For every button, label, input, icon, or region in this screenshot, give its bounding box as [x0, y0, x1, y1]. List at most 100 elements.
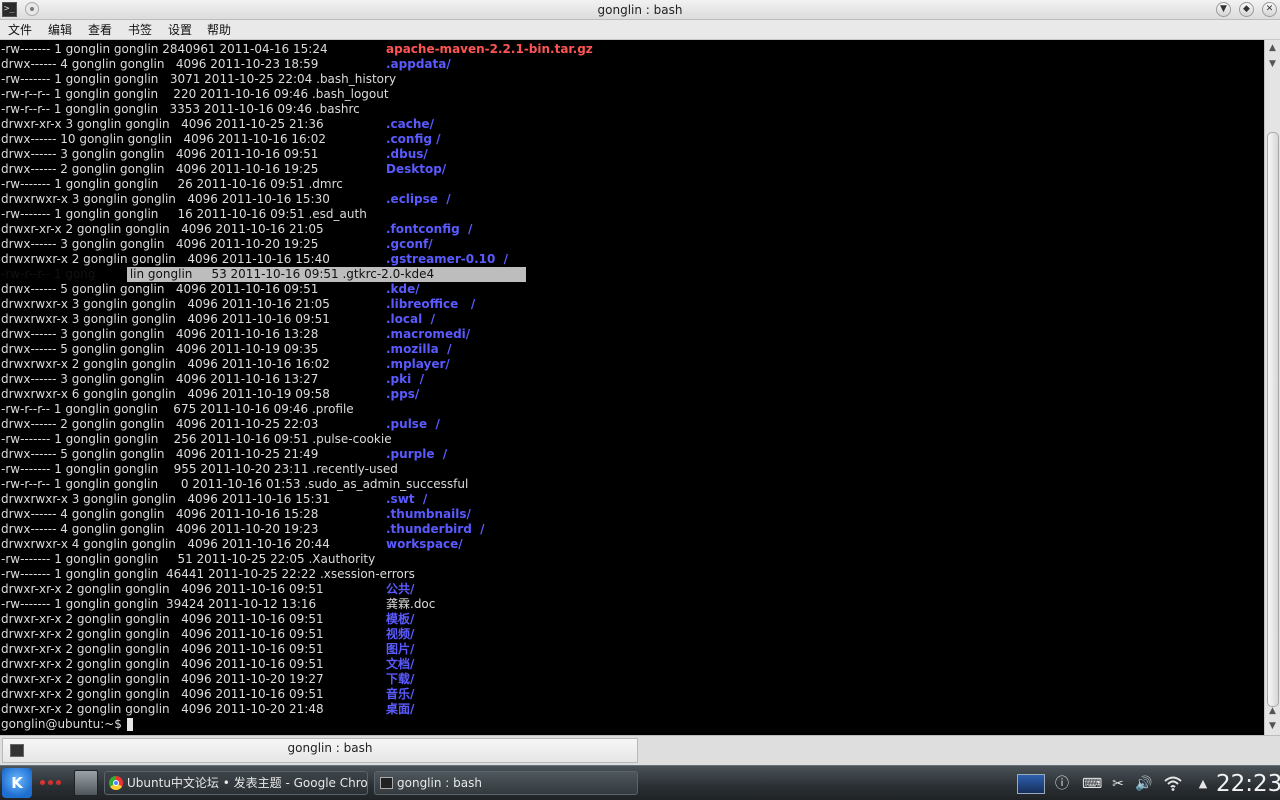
file-name: workspace/	[386, 537, 463, 551]
terminal-tab-bar: gonglin : bash	[0, 735, 1280, 765]
file-name: Desktop/	[386, 162, 447, 176]
terminal-line: drwxrwxr-x 3 gonglin gonglin 4096 2011-1…	[0, 297, 1263, 312]
terminal-line: -rw------- 1 gonglin gonglin 3071 2011-1…	[0, 72, 1263, 87]
file-meta: drwx------ 4 gonglin gonglin 4096 2011-1…	[1, 57, 319, 71]
info-icon[interactable]: ⓘ	[1053, 775, 1071, 793]
file-meta: drwxr-xr-x 2 gonglin gonglin 4096 2011-1…	[1, 702, 324, 716]
tab-label: gonglin : bash	[287, 741, 373, 755]
terminal-line: -rw------- 1 gonglin gonglin 26 2011-10-…	[0, 177, 1263, 192]
tray-expand-icon[interactable]: ▲	[1196, 775, 1210, 793]
terminal-line: -rw-r--r-- 1 gonglin gonglin 0 2011-10-1…	[0, 477, 1263, 492]
desktop-pager-icon[interactable]	[1017, 774, 1045, 794]
file-meta: drwx------ 5 gonglin gonglin 4096 2011-1…	[1, 282, 319, 296]
menu-help[interactable]: 帮助	[207, 22, 231, 38]
file-name: .pulse /	[386, 417, 440, 431]
file-meta: -rw-r--r-- 1 gonglin gonglin 220 2011-10…	[1, 87, 389, 101]
terminal-line: -rw-r--r-- 1 gonglin gonglin 675 2011-10…	[0, 402, 1263, 417]
menu-view[interactable]: 查看	[88, 22, 112, 38]
file-name: 公共/	[386, 582, 415, 596]
maximize-button[interactable]: ◆	[1239, 2, 1254, 17]
file-meta: -rw------- 1 gonglin gonglin 46441 2011-…	[1, 567, 415, 581]
terminal-line: drwxr-xr-x 2 gonglin gonglin 4096 2011-1…	[0, 687, 1263, 702]
terminal-line: drwx------ 4 gonglin gonglin 4096 2011-1…	[0, 57, 1263, 72]
desktop-pager[interactable]	[40, 780, 66, 786]
file-name: .pki /	[386, 372, 424, 386]
terminal-line: drwx------ 3 gonglin gonglin 4096 2011-1…	[0, 372, 1263, 387]
file-name: .thunderbird /	[386, 522, 485, 536]
wifi-icon[interactable]	[1162, 775, 1184, 793]
terminal-line: drwxr-xr-x 2 gonglin gonglin 4096 2011-1…	[0, 582, 1263, 597]
file-meta: drwx------ 10 gonglin gonglin 4096 2011-…	[1, 132, 327, 146]
scroll-up-button[interactable]: ▲	[1266, 41, 1279, 55]
shell-prompt: gonglin@ubuntu:~$	[1, 717, 122, 731]
terminal-line: drwxrwxr-x 2 gonglin gonglin 4096 2011-1…	[0, 357, 1263, 372]
file-meta: drwxrwxr-x 3 gonglin gonglin 4096 2011-1…	[1, 297, 330, 311]
terminal-prompt-line[interactable]: gonglin@ubuntu:~$	[0, 717, 1263, 732]
terminal-line: drwxr-xr-x 2 gonglin gonglin 4096 2011-1…	[0, 222, 1263, 237]
file-name: .mozilla /	[386, 342, 452, 356]
show-desktop-icon[interactable]	[74, 770, 98, 796]
terminal-line: drwxr-xr-x 2 gonglin gonglin 4096 2011-1…	[0, 657, 1263, 672]
menu-settings[interactable]: 设置	[168, 22, 192, 38]
text-cursor	[127, 718, 133, 731]
file-meta: drwx------ 3 gonglin gonglin 4096 2011-1…	[1, 372, 319, 386]
scroll-down-button[interactable]: ▼	[1266, 719, 1279, 733]
file-name: .swt /	[386, 492, 428, 506]
minimize-button[interactable]: ▼	[1216, 2, 1231, 17]
file-meta: drwxr-xr-x 2 gonglin gonglin 4096 2011-1…	[1, 222, 324, 236]
pager-dot-icon	[56, 780, 61, 785]
panel-clock[interactable]: 22:23	[1216, 770, 1280, 798]
terminal-line: drwxr-xr-x 2 gonglin gonglin 4096 2011-1…	[0, 627, 1263, 642]
file-meta: -rw------- 1 gonglin gonglin 955 2011-10…	[1, 462, 398, 476]
file-name: 图片/	[386, 642, 415, 656]
file-name: 龚霖.doc	[386, 597, 436, 611]
file-meta: -rw-r--r-- 1 gonglin gonglin 0 2011-10-1…	[1, 477, 469, 491]
file-name: .local /	[386, 312, 435, 326]
scroll-thumb[interactable]	[1267, 132, 1279, 707]
file-meta: drwx------ 3 gonglin gonglin 4096 2011-1…	[1, 327, 319, 341]
file-name: .gstreamer-0.10 /	[386, 252, 509, 266]
keyboard-icon[interactable]: ⌨	[1082, 775, 1102, 793]
terminal-line: drwx------ 3 gonglin gonglin 4096 2011-1…	[0, 327, 1263, 342]
terminal-line: drwxrwxr-x 6 gonglin gonglin 4096 2011-1…	[0, 387, 1263, 402]
volume-icon[interactable]: 🔊	[1134, 775, 1154, 793]
file-meta: drwx------ 3 gonglin gonglin 4096 2011-1…	[1, 147, 319, 161]
chevron-down-icon: ▼	[1269, 59, 1276, 69]
terminal-output[interactable]: -rw------- 1 gonglin gonglin 2840961 201…	[0, 40, 1263, 735]
menu-file[interactable]: 文件	[8, 22, 32, 38]
file-meta: -rw------- 1 gonglin gonglin 256 2011-10…	[1, 432, 392, 446]
close-button[interactable]: ✕	[1262, 2, 1277, 17]
file-meta: drwx------ 4 gonglin gonglin 4096 2011-1…	[1, 522, 319, 536]
window-title: gonglin : bash	[597, 3, 683, 17]
file-meta: drwxr-xr-x 2 gonglin gonglin 4096 2011-1…	[1, 657, 324, 671]
terminal-line: drwxr-xr-x 2 gonglin gonglin 4096 2011-1…	[0, 642, 1263, 657]
file-meta: drwxr-xr-x 2 gonglin gonglin 4096 2011-1…	[1, 612, 324, 626]
scroll-up-button-bottom[interactable]: ▲	[1266, 704, 1279, 718]
window-title-bar[interactable]: >_ gonglin : bash ▼ ◆ ✕	[0, 0, 1280, 20]
file-name: .config /	[386, 132, 441, 146]
diamond-icon: ◆	[1243, 4, 1250, 14]
clipboard-scissors-icon[interactable]: ✂	[1109, 775, 1127, 793]
file-name: .pps/	[386, 387, 420, 401]
file-meta: drwxr-xr-x 2 gonglin gonglin 4096 2011-1…	[1, 642, 324, 656]
scroll-down-button-top[interactable]: ▼	[1266, 57, 1279, 71]
terminal-line: -rw-r--r-- 1 gonglin gonglin 220 2011-10…	[0, 87, 1263, 102]
task-chrome[interactable]: Ubuntu中文论坛 • 发表主题 - Google Chrome	[104, 771, 368, 795]
file-meta: drwxr-xr-x 2 gonglin gonglin 4096 2011-1…	[1, 687, 324, 701]
chrome-icon	[109, 776, 123, 790]
file-meta: drwx------ 2 gonglin gonglin 4096 2011-1…	[1, 162, 319, 176]
terminal-line: -rw------- 1 gonglin gonglin 16 2011-10-…	[0, 207, 1263, 222]
application-launcher-button[interactable]: K	[2, 768, 32, 798]
file-meta: drwx------ 3 gonglin gonglin 4096 2011-1…	[1, 237, 319, 251]
menu-bar: 文件 编辑 查看 书签 设置 帮助	[0, 20, 1280, 40]
menu-bookmarks[interactable]: 书签	[128, 22, 152, 38]
menu-edit[interactable]: 编辑	[48, 22, 72, 38]
terminal-scrollbar[interactable]: ▲ ▼ ▲ ▼	[1264, 40, 1280, 735]
file-meta: drwxrwxr-x 2 gonglin gonglin 4096 2011-1…	[1, 357, 330, 371]
file-meta: -rw------- 1 gonglin gonglin 39424 2011-…	[1, 597, 317, 611]
task-terminal[interactable]: gonglin : bash	[374, 771, 638, 795]
file-meta: drwxrwxr-x 3 gonglin gonglin 4096 2011-1…	[1, 312, 330, 326]
file-meta: drwxr-xr-x 2 gonglin gonglin 4096 2011-1…	[1, 627, 324, 641]
terminal-line: drwx------ 4 gonglin gonglin 4096 2011-1…	[0, 507, 1263, 522]
file-meta: -rw------- 1 gonglin gonglin 2840961 201…	[1, 42, 328, 56]
